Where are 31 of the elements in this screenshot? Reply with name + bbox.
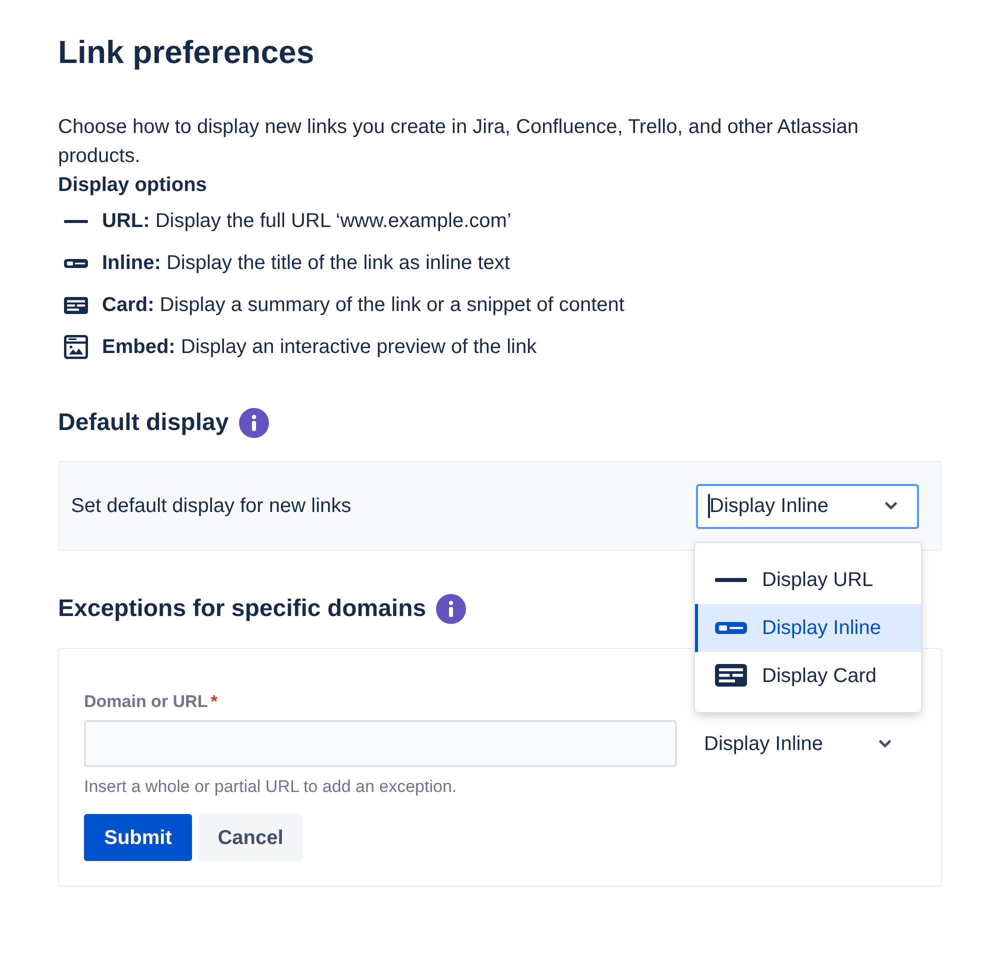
option-description: URL: Display the full URL ‘www.example.com’	[102, 209, 512, 234]
option-description: Embed: Display an interactive preview of the link	[102, 335, 537, 360]
section-heading: Exceptions for specific domains	[58, 594, 426, 624]
text-cursor-icon	[708, 494, 710, 518]
display-select[interactable]: Display Inline	[696, 484, 919, 528]
menu-option[interactable]: Display URL	[695, 556, 921, 604]
menu-option[interactable]: Display Card	[695, 652, 921, 700]
subheading: Display options	[58, 173, 208, 198]
chevron-down-icon	[879, 740, 891, 748]
info-icon[interactable]	[238, 408, 269, 438]
info-icon[interactable]	[436, 594, 466, 624]
window-image-icon	[64, 335, 88, 359]
pill-icon	[715, 622, 747, 634]
cancel-button[interactable]: Cancel	[198, 814, 303, 861]
required-mark: *	[210, 691, 218, 714]
card-icon	[715, 664, 747, 687]
line-icon	[64, 220, 88, 222]
setting-label: Set default display for new links	[71, 494, 352, 519]
section-heading: Default display	[58, 408, 229, 438]
submit-button[interactable]: Submit	[84, 814, 192, 861]
option-description: Card: Display a summary of the link or a snippet of content	[102, 293, 624, 318]
page-title: Link preferences	[58, 33, 316, 72]
field-label: Domain or URL	[84, 691, 208, 714]
description-text: Choose how to display new links you create in Jira, Confluence, Trello, and other Atlassian products.	[58, 115, 860, 169]
card-icon	[64, 296, 88, 314]
helper-text: Insert a whole or partial URL to add an exception.	[84, 777, 457, 797]
option-description: Inline: Display the title of the link as inline text	[102, 251, 510, 276]
chevron-down-icon	[885, 502, 897, 510]
menu-option[interactable]: Display Inline	[695, 604, 921, 652]
pill-icon	[64, 258, 88, 268]
domain-input-field[interactable]	[84, 720, 677, 767]
